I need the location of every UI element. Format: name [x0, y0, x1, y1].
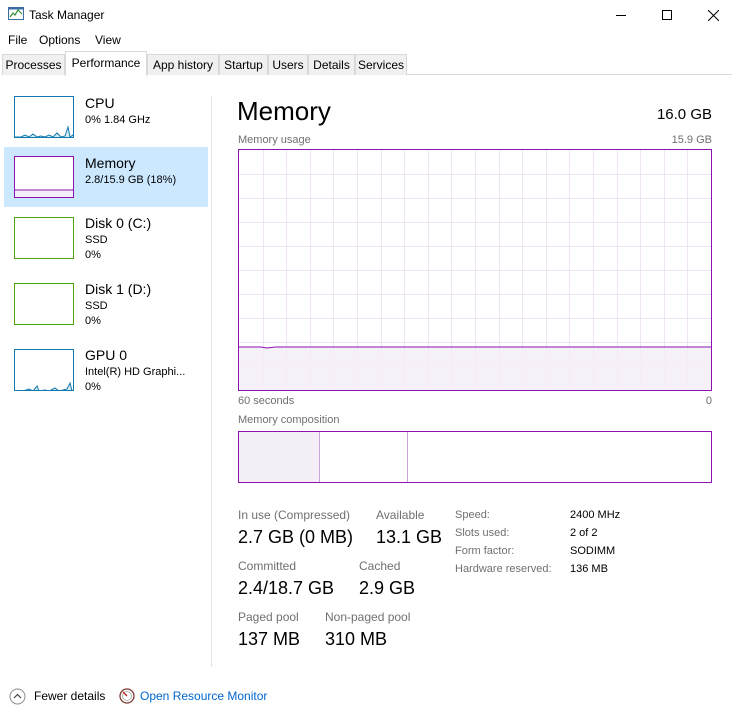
memory-usage-label: Memory usage [238, 134, 311, 146]
in-use-value: 2.7 GB (0 MB) [238, 527, 354, 547]
sidebar-item-usage: 0% [85, 315, 101, 327]
disk-0-thumbnail-graph [14, 217, 74, 259]
window-title: Task Manager [29, 8, 105, 22]
sidebar-item-cpu[interactable]: CPU 0% 1.84 GHz [4, 89, 208, 145]
close-icon [707, 9, 719, 21]
sidebar-item-subtitle: SSD [85, 300, 108, 312]
footer-bar: Fewer details Open Resource Monitor [0, 683, 734, 709]
non-paged-pool-value: 310 MB [325, 629, 388, 649]
sidebar-item-title: GPU 0 [85, 347, 128, 363]
chevron-up-icon[interactable] [9, 688, 26, 705]
memory-usage-graph [238, 149, 712, 391]
sidebar-item-disk-1[interactable]: Disk 1 (D:) SSD 0% [4, 275, 208, 339]
maximize-icon [662, 10, 672, 20]
open-resource-monitor-link[interactable]: Open Resource Monitor [140, 689, 267, 703]
sidebar-item-title: CPU [85, 95, 115, 111]
tab-app-history[interactable]: App history [147, 54, 219, 75]
speed-label: Speed: [455, 509, 490, 521]
tab-details[interactable]: Details [308, 54, 355, 75]
hardware-reserved-label: Hardware reserved: [455, 563, 552, 575]
form-factor-value: SODIMM [570, 545, 616, 557]
in-use-label: In use (Compressed) [238, 508, 351, 522]
maximize-button[interactable] [644, 0, 690, 30]
menu-view[interactable]: View [95, 33, 121, 47]
graph-axis-start: 60 seconds [238, 395, 295, 407]
tab-startup[interactable]: Startup [219, 54, 268, 75]
available-label: Available [376, 508, 425, 522]
menu-file[interactable]: File [8, 33, 27, 47]
paged-pool-label: Paged pool [238, 610, 299, 624]
memory-thumbnail-graph [14, 156, 74, 198]
sidebar-item-memory[interactable]: Memory 2.8/15.9 GB (18%) [4, 147, 208, 207]
page-title: Memory [237, 96, 331, 126]
memory-composition-label: Memory composition [238, 414, 340, 426]
tab-performance[interactable]: Performance [65, 51, 147, 76]
in-use-segment [239, 432, 319, 482]
sidebar-item-gpu-0[interactable]: GPU 0 Intel(R) HD Graphi... 0% [4, 341, 208, 405]
sidebar-item-subtitle: 2.8/15.9 GB (18%) [85, 174, 177, 186]
tab-services[interactable]: Services [355, 54, 407, 75]
title-bar: Task Manager [0, 0, 734, 30]
speed-value: 2400 MHz [570, 509, 621, 521]
task-manager-icon [8, 7, 24, 20]
sidebar-item-title: Disk 1 (D:) [85, 281, 152, 297]
sidebar-item-disk-0[interactable]: Disk 0 (C:) SSD 0% [4, 209, 208, 273]
sidebar-item-subtitle: 0% 1.84 GHz [85, 114, 151, 126]
close-button[interactable] [690, 0, 734, 30]
available-value: 13.1 GB [376, 527, 443, 547]
menu-options[interactable]: Options [39, 33, 80, 47]
hardware-reserved-value: 136 MB [570, 563, 608, 575]
tab-strip: Processes Performance App history Startu… [2, 51, 732, 76]
disk-1-thumbnail-graph [14, 283, 74, 325]
panel-divider [211, 96, 212, 667]
resource-monitor-icon [119, 688, 135, 704]
committed-value: 2.4/18.7 GB [238, 578, 335, 598]
memory-total: 16.0 GB [656, 106, 712, 123]
usage-area [239, 347, 711, 390]
slots-used-value: 2 of 2 [570, 527, 598, 539]
memory-composition-bar [238, 431, 712, 483]
tab-processes[interactable]: Processes [2, 54, 65, 75]
fewer-details-button[interactable]: Fewer details [34, 689, 105, 703]
menu-bar: File Options View [0, 30, 734, 50]
paged-pool-value: 137 MB [238, 629, 301, 649]
minimize-button[interactable] [598, 0, 644, 30]
sidebar-item-subtitle: Intel(R) HD Graphi... [85, 366, 186, 378]
committed-label: Committed [238, 559, 297, 573]
sidebar-item-subtitle: SSD [85, 234, 108, 246]
sidebar-item-title: Disk 0 (C:) [85, 215, 152, 231]
memory-usage-max: 15.9 GB [671, 134, 712, 146]
sidebar-item-usage: 0% [85, 249, 101, 261]
graph-axis-end: 0 [705, 395, 712, 407]
non-paged-pool-label: Non-paged pool [325, 610, 411, 624]
cpu-thumbnail-graph [14, 96, 74, 138]
gpu-thumbnail-graph [14, 349, 74, 391]
sidebar-item-title: Memory [85, 155, 136, 171]
slots-used-label: Slots used: [455, 527, 510, 539]
tab-users[interactable]: Users [268, 54, 308, 75]
cached-value: 2.9 GB [359, 578, 416, 598]
minimize-icon [616, 15, 626, 16]
form-factor-label: Form factor: [455, 545, 515, 557]
sidebar-item-usage: 0% [85, 381, 101, 393]
cached-label: Cached [359, 559, 401, 573]
